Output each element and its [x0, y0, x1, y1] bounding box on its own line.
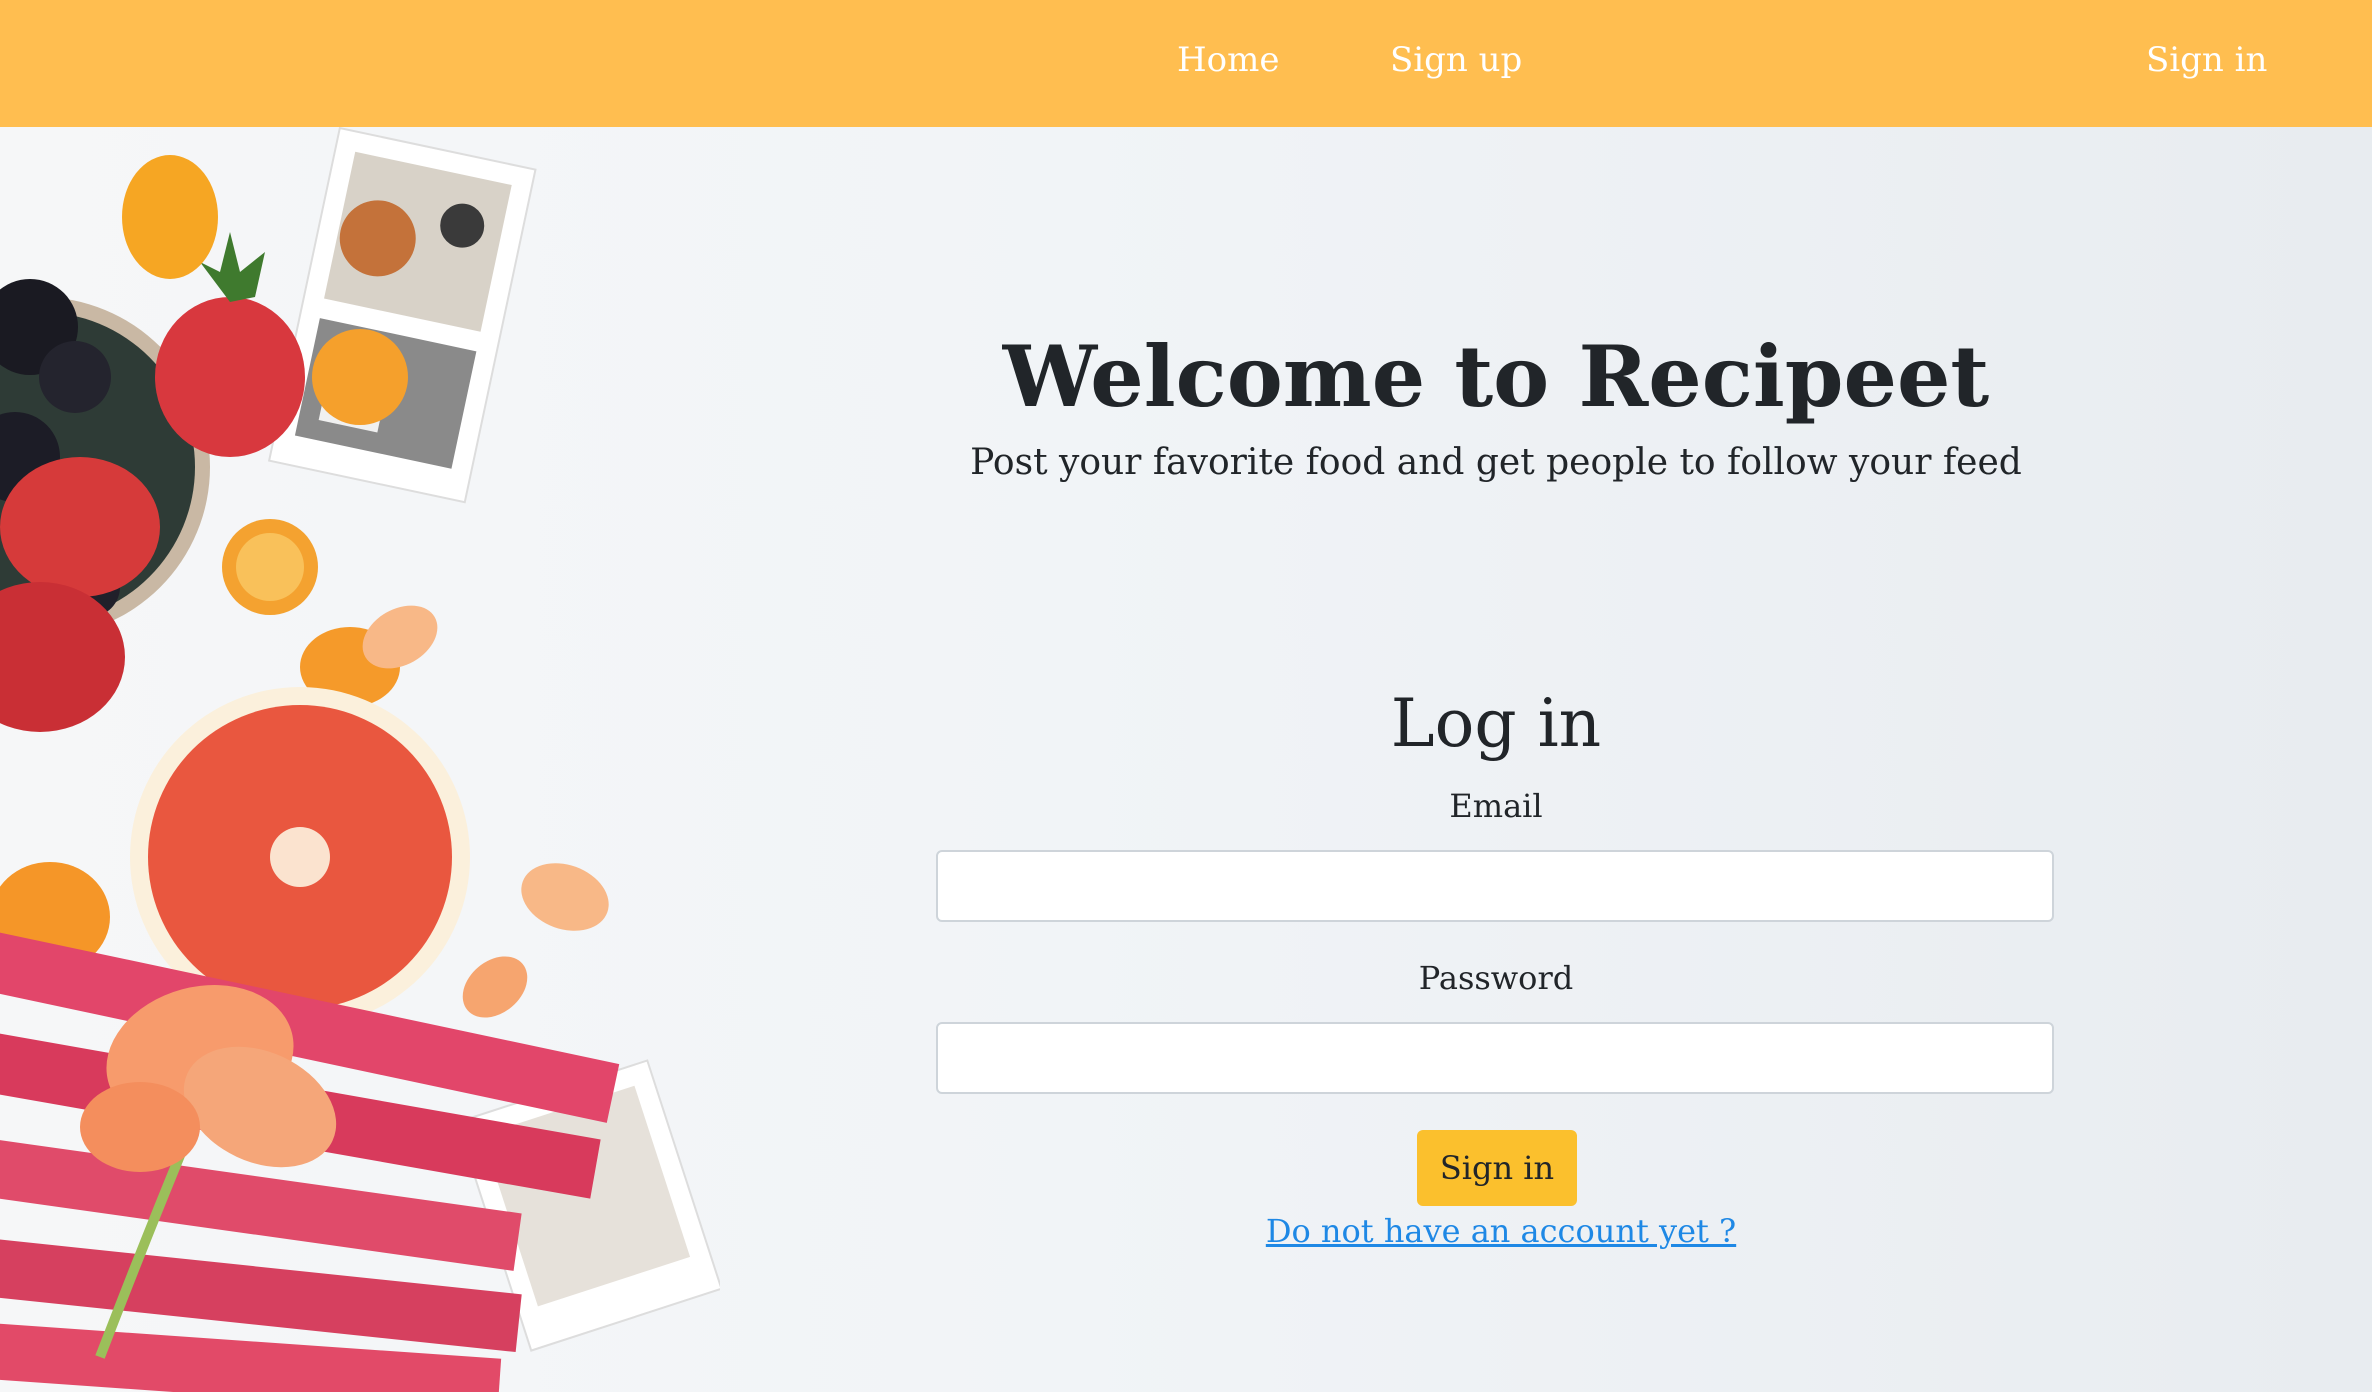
- nav-signin-link[interactable]: Sign in: [2146, 40, 2267, 80]
- password-field[interactable]: [936, 1022, 2054, 1094]
- email-field[interactable]: [936, 850, 2054, 922]
- page-title: Welcome to Recipeet: [1002, 327, 1990, 426]
- food-decoration-image: [0, 127, 720, 1392]
- top-navbar: Home Sign up Sign in: [0, 0, 2372, 127]
- sign-in-button[interactable]: Sign in: [1417, 1130, 1577, 1206]
- recipe-card-top: [267, 127, 537, 504]
- orange-small: [312, 329, 408, 425]
- signup-link-container: Do not have an account yet ?: [936, 1212, 2056, 1250]
- signup-link[interactable]: Do not have an account yet ?: [1266, 1212, 1736, 1250]
- nav-home-link[interactable]: Home: [1177, 40, 1279, 80]
- email-label: Email: [1449, 787, 1543, 825]
- nav-signup-link[interactable]: Sign up: [1390, 40, 1522, 80]
- login-heading: Log in: [1390, 685, 1602, 762]
- page-subtitle: Post your favorite food and get people t…: [970, 442, 2022, 483]
- kumquat-1: [122, 155, 218, 279]
- password-label: Password: [1418, 959, 1574, 997]
